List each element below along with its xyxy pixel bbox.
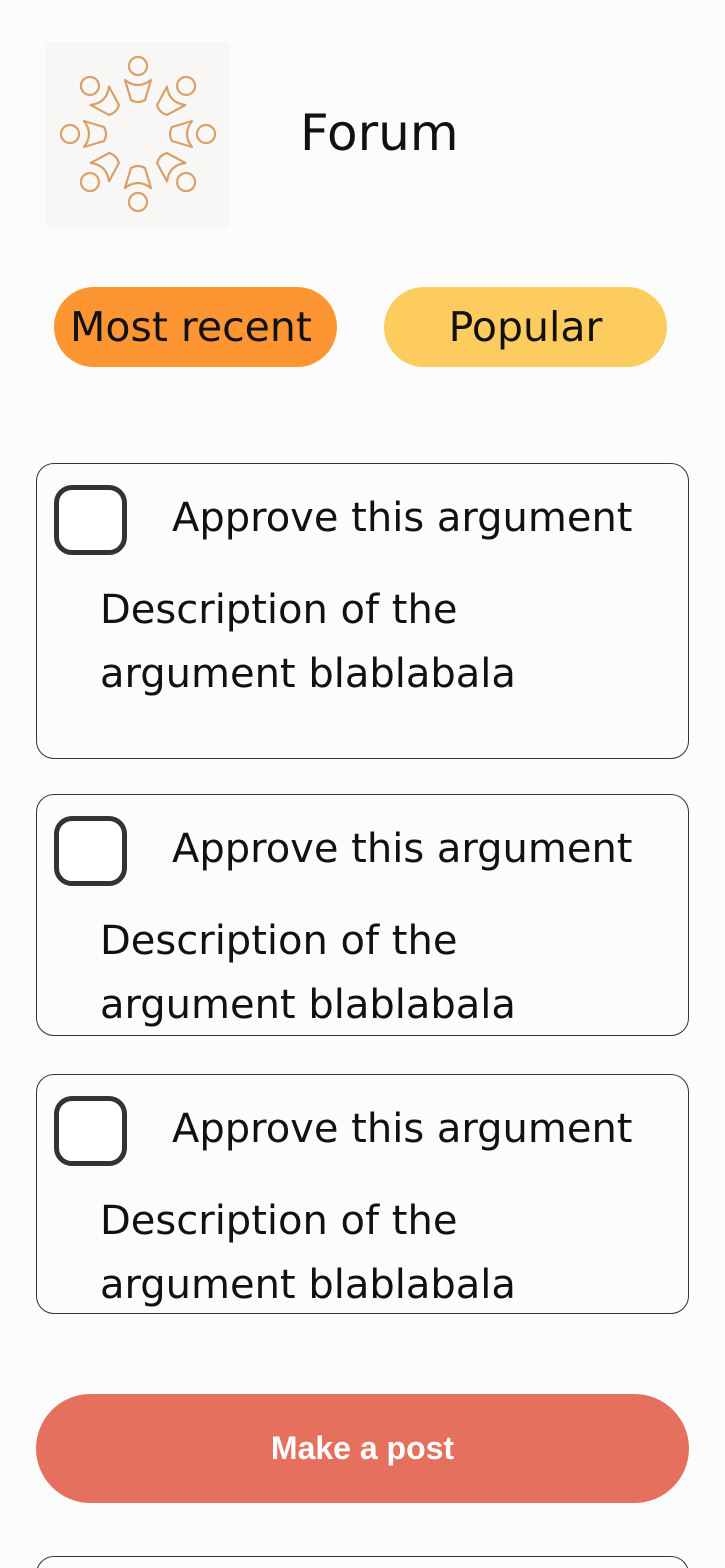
argument-card: Approve this argument Description of the… xyxy=(36,794,689,1036)
argument-card: Approve this argument Description of the… xyxy=(36,463,689,759)
approve-checkbox[interactable] xyxy=(54,485,127,555)
approve-checkbox[interactable] xyxy=(54,816,127,886)
approve-label: Approve this argument xyxy=(172,495,633,541)
approve-label: Approve this argument xyxy=(172,826,633,872)
argument-description: Description of the argument blablabala xyxy=(100,918,516,1028)
argument-description: Description of the argument blablabala xyxy=(100,587,516,697)
argument-card: Approve this argument Description of the… xyxy=(36,1074,689,1314)
approve-checkbox[interactable] xyxy=(54,1096,127,1166)
people-circle-icon xyxy=(45,42,230,227)
page-title: Forum xyxy=(300,104,459,162)
partial-card xyxy=(36,1556,689,1568)
tab-popular[interactable]: Popular xyxy=(384,287,667,367)
approve-label: Approve this argument xyxy=(172,1106,633,1152)
tab-most-recent[interactable]: Most recent xyxy=(54,287,337,367)
forum-page: Forum Most recent Popular Approve this a… xyxy=(0,0,725,1568)
make-post-button[interactable]: Make a post xyxy=(36,1394,689,1503)
argument-description: Description of the argument blablabala xyxy=(100,1198,516,1308)
